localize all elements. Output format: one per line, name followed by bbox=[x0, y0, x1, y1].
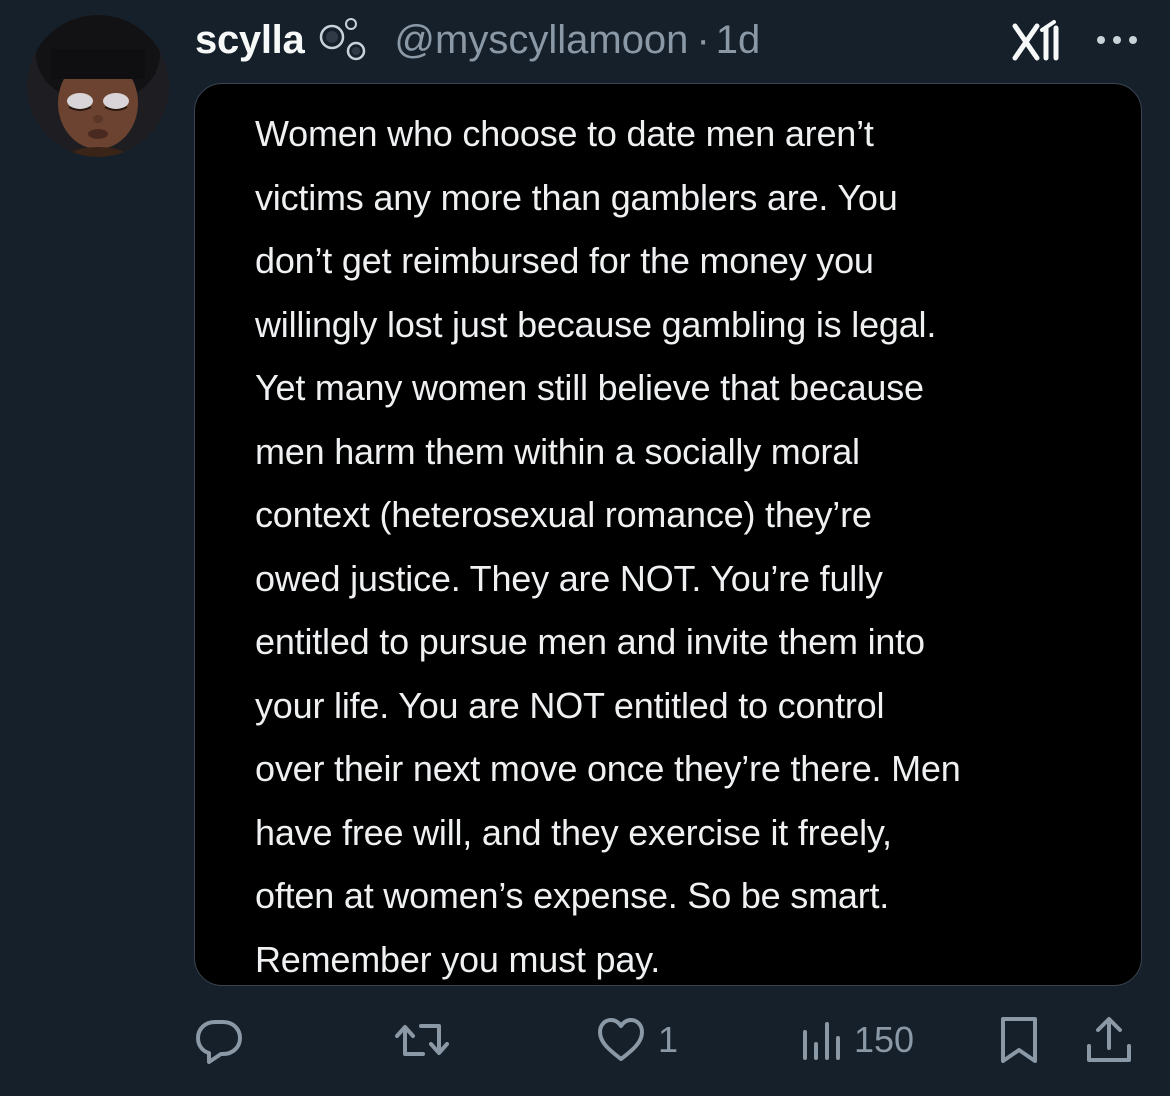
like-button[interactable]: 1 bbox=[596, 1010, 678, 1070]
post-header: scylla @myscyllamoon · 1d bbox=[195, 12, 760, 68]
repost-icon bbox=[395, 1024, 449, 1056]
heart-icon bbox=[598, 1018, 644, 1061]
x-logo-icon[interactable] bbox=[1012, 18, 1064, 66]
views-button[interactable]: 150 bbox=[800, 1010, 914, 1070]
action-bar: 1 150 bbox=[0, 1010, 1170, 1070]
more-icon[interactable] bbox=[1094, 28, 1140, 52]
display-name[interactable]: scylla bbox=[195, 18, 305, 63]
post-image[interactable]: Women who choose to date men aren’t vict… bbox=[194, 83, 1142, 986]
image-text: Women who choose to date men aren’t vict… bbox=[255, 113, 961, 980]
like-count: 1 bbox=[658, 1019, 679, 1060]
separator-dot: · bbox=[696, 17, 710, 62]
share-icon bbox=[1087, 1017, 1131, 1062]
repost-button[interactable] bbox=[393, 1010, 463, 1070]
bookmark-button[interactable] bbox=[998, 1010, 1040, 1070]
post: scylla @myscyllamoon · 1d Women who choo… bbox=[0, 0, 1170, 1096]
avatar[interactable] bbox=[27, 15, 169, 157]
reply-icon bbox=[196, 1020, 242, 1064]
share-button[interactable] bbox=[1084, 1010, 1134, 1070]
views-count: 150 bbox=[854, 1019, 915, 1060]
timestamp[interactable]: 1d bbox=[716, 18, 761, 63]
bookmark-icon bbox=[1001, 1017, 1037, 1063]
views-icon bbox=[803, 1022, 840, 1060]
bubbles-icon bbox=[318, 15, 380, 65]
reply-button[interactable] bbox=[193, 1010, 257, 1070]
handle[interactable]: @myscyllamoon bbox=[394, 18, 688, 63]
